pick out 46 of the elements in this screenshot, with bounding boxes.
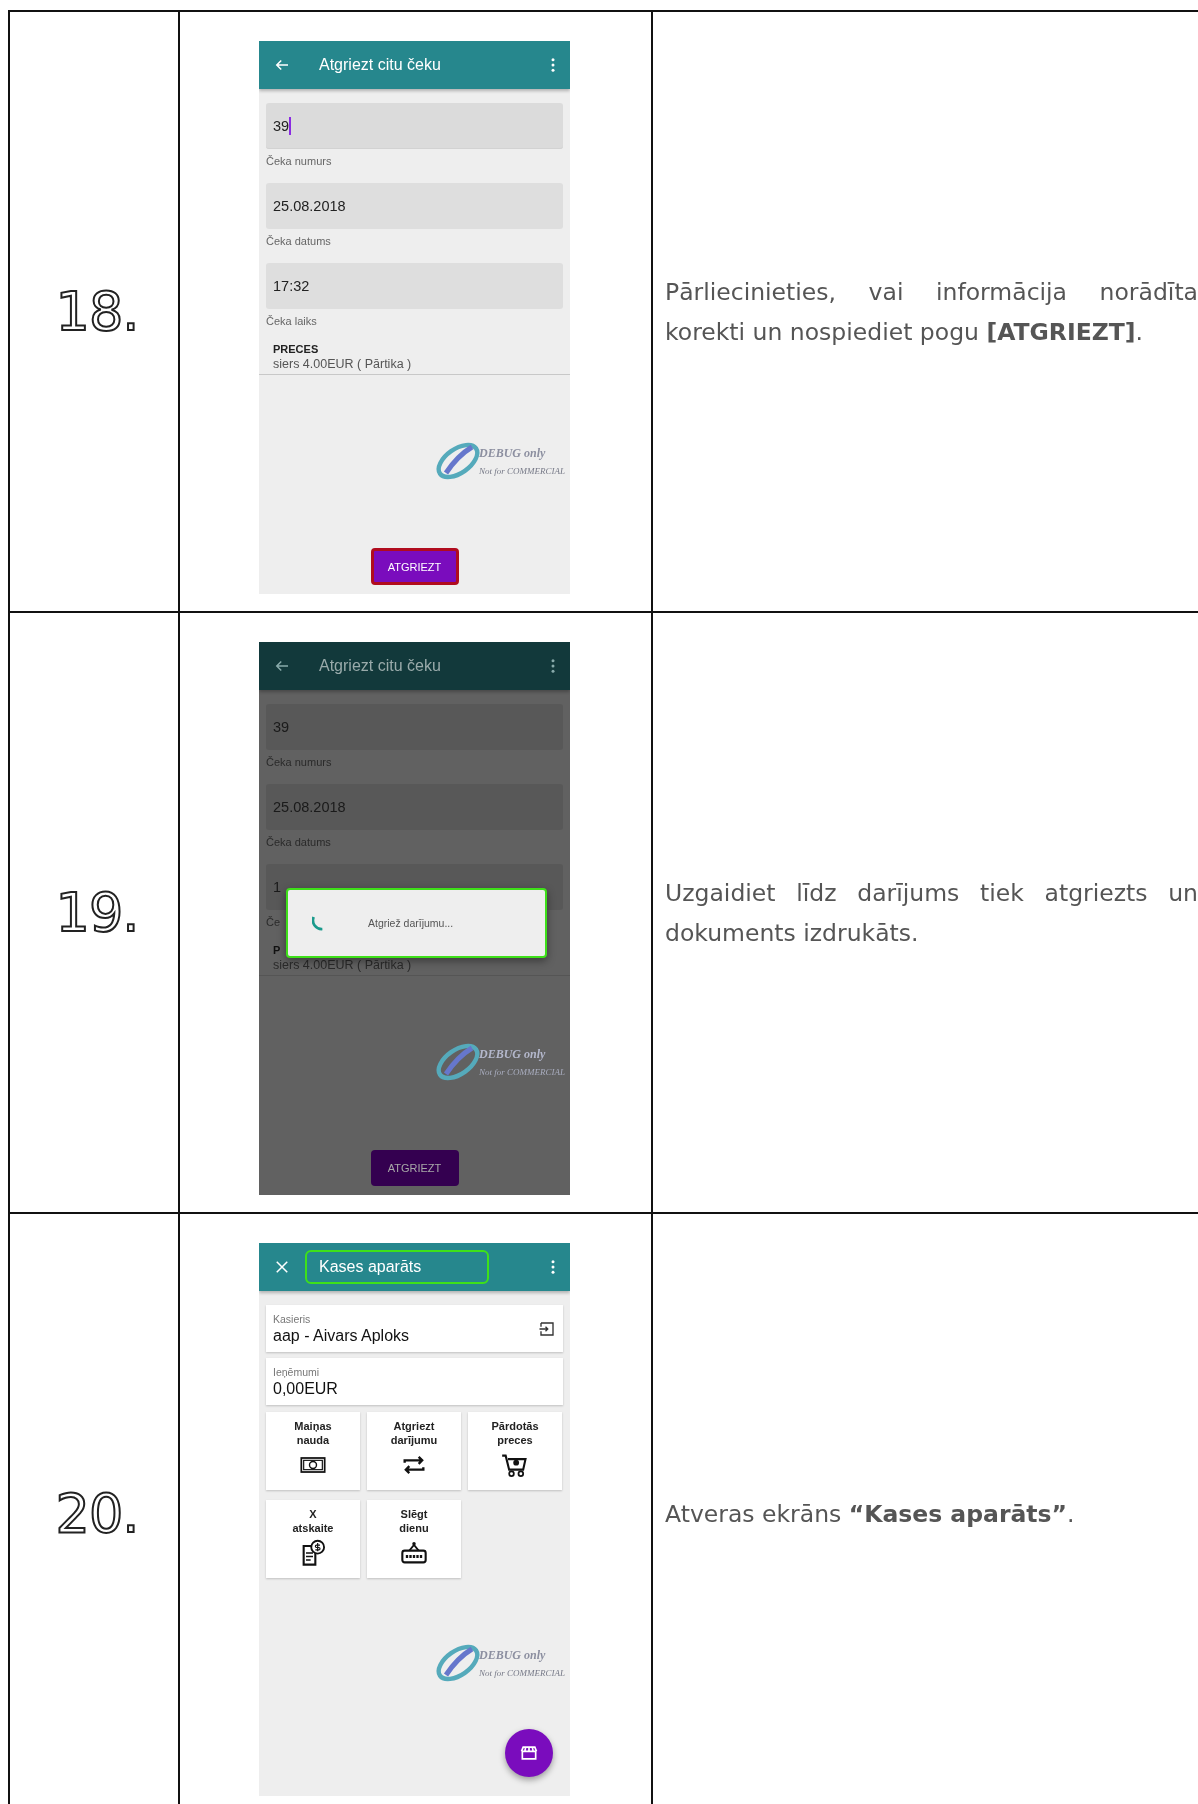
watermark-text: DEBUG only [479,446,547,461]
menu-tile[interactable]: Maiņas nauda [266,1412,360,1490]
spinner-icon [312,915,324,931]
tile-label: Pārdotās preces [491,1419,539,1447]
menu-tile[interactable]: Pārdotās preces [468,1412,562,1490]
watermark-text: Not for COMMERCIAL [479,1067,565,1077]
menu-tile[interactable]: X atskaite [266,1500,360,1578]
return-button[interactable]: ATGRIEZT [370,548,459,585]
tile-label: X atskaite [292,1507,334,1535]
return-button[interactable]: ATGRIEZT [370,1150,459,1186]
step-number: 18. [55,280,139,343]
input-field[interactable]: 25.08.2018 [266,183,563,229]
section-heading: PRECES [273,343,320,355]
menu-tile[interactable]: Atgriezt darījumu [367,1412,461,1490]
watermark-text: Not for COMMERCIAL [479,466,565,476]
field-label: Čeka datums [266,235,331,248]
menu-tile[interactable]: Slēgt dienu [367,1500,461,1578]
input-field[interactable]: 17:32 [266,263,563,309]
watermark-text: DEBUG only [479,1047,547,1062]
step-number: 20. [55,1482,139,1545]
input-field[interactable]: 39 [266,103,563,149]
tile-label: Maiņas nauda [294,1419,332,1447]
step-number: 19. [55,881,139,944]
watermark-text: DEBUG only [479,1648,547,1663]
card-label: Kasieris [273,1312,312,1325]
login-icon[interactable] [538,1319,556,1338]
section-heading: P [273,944,282,956]
screen-title: Atgriezt citu čeku [318,656,442,676]
field-label: Čeka laiks [266,315,317,328]
list-item: siers 4.00EUR ( Pārtika ) [273,357,413,371]
watermark-text: Not for COMMERCIAL [479,1668,565,1678]
tile-label: Atgriezt darījumu [390,1419,438,1447]
card-value: aap - Aivars Aploks [273,1326,411,1345]
card-value: 0,00EUR [273,1379,339,1398]
card-label: Ieņēmumi [273,1365,321,1378]
instruction-text: Uzgaidiet līdz darījums tiek atgriezts un dokuments izdrukāts. [665,877,1198,949]
screen-title: Kases aparāts [305,1250,489,1284]
instruction-text: Atveras ekrāns “Kases aparāts”. [665,1498,1076,1530]
close-icon[interactable] [273,1258,291,1276]
field-label: Čeka numurs [266,155,332,168]
store-button[interactable] [505,1729,553,1777]
instruction-text: Pārliecinieties, vai informācija norādīta korekti un nospiediet pogu [ATGRIEZT]. [665,276,1198,348]
screen-title: Atgriezt citu čeku [318,55,442,75]
dialog-message: Atgriež darījumu... [368,917,454,929]
storefront-icon [519,1743,539,1763]
tile-label: Slēgt dienu [399,1507,429,1535]
